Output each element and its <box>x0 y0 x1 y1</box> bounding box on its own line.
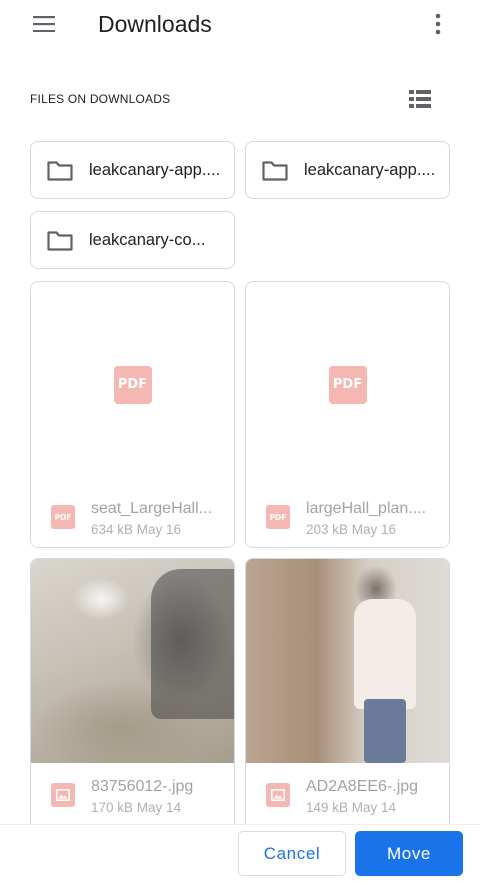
app-bar: Downloads <box>0 0 480 50</box>
image-icon <box>266 783 290 807</box>
file-card[interactable]: 83756012-.jpg 170 kB May 14 <box>30 558 235 824</box>
file-thumbnail: PDF <box>246 282 449 487</box>
list-view-icon[interactable] <box>406 86 434 112</box>
image-icon <box>51 783 75 807</box>
image-thumbnail <box>31 559 234 764</box>
photo-subject <box>354 599 416 709</box>
file-name: 83756012-.jpg <box>91 778 194 795</box>
folder-item[interactable]: leakcanary-app.... <box>30 141 235 199</box>
file-thumbnail: PDF <box>31 282 234 487</box>
folder-icon <box>47 159 73 181</box>
file-meta: AD2A8EE6-.jpg 149 kB May 14 <box>246 763 449 824</box>
file-size-date: 149 kB May 14 <box>306 800 397 815</box>
image-thumbnail <box>246 559 449 764</box>
more-vert-icon[interactable] <box>424 8 452 40</box>
file-card[interactable]: AD2A8EE6-.jpg 149 kB May 14 <box>245 558 450 824</box>
folder-item[interactable]: leakcanary-co... <box>30 211 235 269</box>
pdf-icon: PDF <box>113 365 152 404</box>
cancel-button[interactable]: Cancel <box>238 831 346 876</box>
photo-subject <box>151 569 234 719</box>
photo-subject-legs <box>364 699 406 763</box>
folder-item[interactable]: leakcanary-app.... <box>245 141 450 199</box>
folder-icon <box>262 159 288 181</box>
page-title: Downloads <box>98 11 212 37</box>
folder-icon <box>47 229 73 251</box>
file-meta: PDF seat_LargeHall... 634 kB May 16 <box>31 485 234 547</box>
file-meta: 83756012-.jpg 170 kB May 14 <box>31 763 234 824</box>
file-name: largeHall_plan.... <box>306 500 427 517</box>
pdf-icon: PDF <box>328 365 367 404</box>
folder-label: leakcanary-app.... <box>89 160 221 179</box>
file-card[interactable]: PDF PDF largeHall_plan.... 203 kB May 16 <box>245 281 450 548</box>
file-size-date: 203 kB May 16 <box>306 522 397 537</box>
folder-label: leakcanary-co... <box>89 230 206 249</box>
section-title: FILES ON DOWNLOADS <box>30 92 171 106</box>
file-size-date: 170 kB May 14 <box>91 800 182 815</box>
hamburger-menu-icon[interactable] <box>28 10 60 38</box>
file-size-date: 634 kB May 16 <box>91 522 182 537</box>
move-button[interactable]: Move <box>355 831 463 876</box>
file-name: seat_LargeHall... <box>91 500 212 517</box>
folder-label: leakcanary-app.... <box>304 160 436 179</box>
file-meta: PDF largeHall_plan.... 203 kB May 16 <box>246 485 449 547</box>
file-name: AD2A8EE6-.jpg <box>306 778 419 795</box>
file-card[interactable]: PDF PDF seat_LargeHall... 634 kB May 16 <box>30 281 235 548</box>
pdf-icon: PDF <box>51 505 75 529</box>
pdf-icon: PDF <box>266 505 290 529</box>
